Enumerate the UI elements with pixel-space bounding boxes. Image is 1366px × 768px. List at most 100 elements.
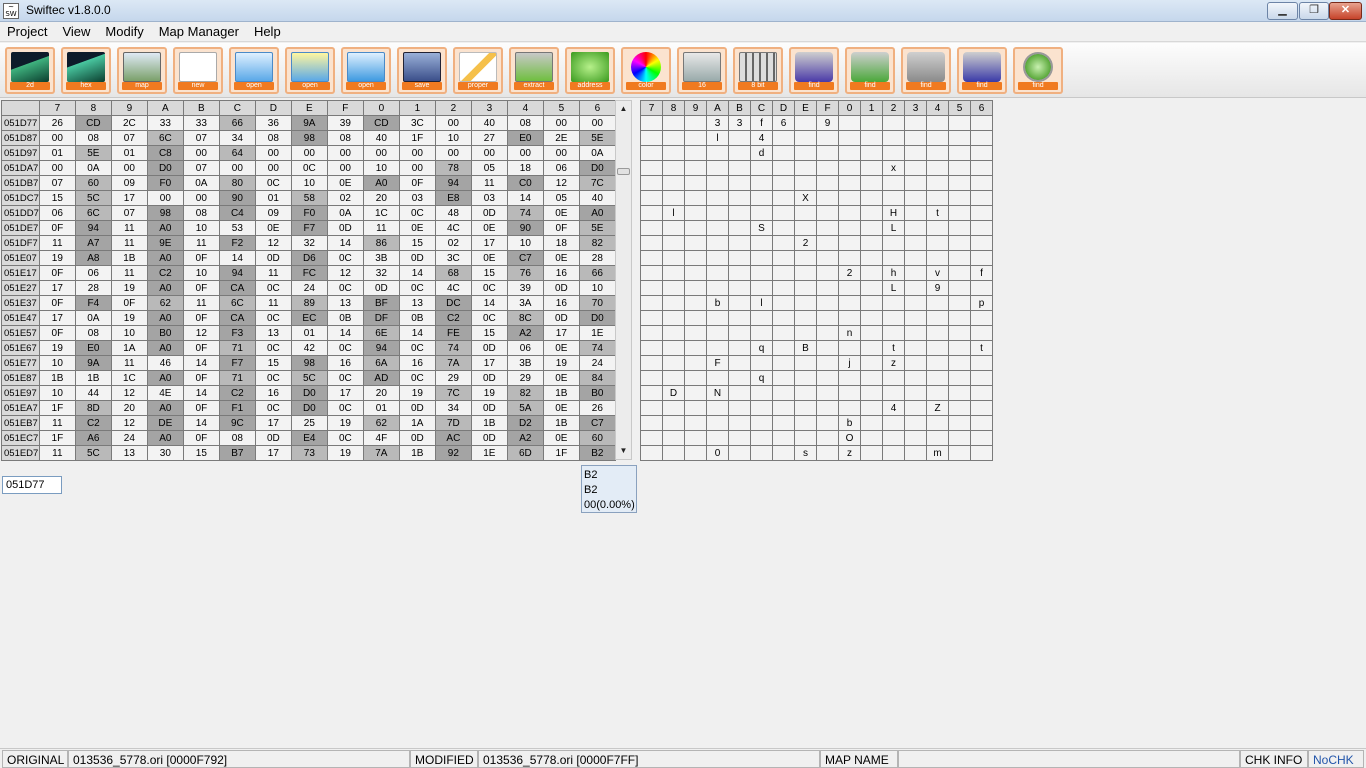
hex-cell[interactable]: 26 bbox=[38, 115, 76, 131]
ascii-cell[interactable] bbox=[662, 115, 685, 131]
hex-cell[interactable]: 0E bbox=[254, 220, 292, 236]
ascii-cell[interactable] bbox=[706, 415, 729, 431]
hex-cell[interactable]: 0D bbox=[362, 280, 400, 296]
ascii-cell[interactable] bbox=[816, 220, 839, 236]
hex-cell[interactable]: 11 bbox=[110, 265, 148, 281]
hex-cell[interactable]: 07 bbox=[110, 130, 148, 146]
ascii-cell[interactable] bbox=[970, 430, 993, 446]
hex-cell[interactable]: 00 bbox=[38, 160, 76, 176]
hex-cell[interactable]: 00 bbox=[290, 145, 328, 161]
ascii-cell[interactable] bbox=[684, 355, 707, 371]
ascii-cell[interactable] bbox=[904, 205, 927, 221]
hex-cell[interactable]: 19 bbox=[470, 385, 508, 401]
ascii-cell[interactable] bbox=[772, 400, 795, 416]
ascii-cell[interactable] bbox=[816, 205, 839, 221]
hex-cell[interactable]: 01 bbox=[38, 145, 76, 161]
ascii-cell[interactable] bbox=[970, 130, 993, 146]
hex-cell[interactable]: 10 bbox=[578, 280, 616, 296]
hex-cell[interactable]: 11 bbox=[38, 235, 76, 251]
address-input[interactable] bbox=[2, 476, 62, 494]
hex-cell[interactable]: 0D bbox=[326, 220, 364, 236]
ascii-cell[interactable] bbox=[728, 295, 751, 311]
ascii-cell[interactable]: 9 bbox=[816, 115, 839, 131]
toolbar-button-8-bit-13[interactable]: 8 bit bbox=[733, 47, 783, 94]
hex-cell[interactable]: 09 bbox=[110, 175, 148, 191]
hex-cell[interactable]: 0D bbox=[254, 250, 292, 266]
hex-cell[interactable]: 07 bbox=[182, 130, 220, 146]
ascii-cell[interactable] bbox=[728, 160, 751, 176]
ascii-cell[interactable] bbox=[860, 190, 883, 206]
ascii-cell[interactable] bbox=[684, 340, 707, 356]
hex-cell[interactable]: 0F bbox=[182, 370, 220, 386]
hex-cell[interactable]: 3B bbox=[362, 250, 400, 266]
hex-cell[interactable]: C2 bbox=[146, 265, 184, 281]
hex-cell[interactable]: 28 bbox=[578, 250, 616, 266]
ascii-cell[interactable] bbox=[882, 325, 905, 341]
hex-cell[interactable]: 06 bbox=[542, 160, 580, 176]
ascii-cell[interactable] bbox=[706, 325, 729, 341]
ascii-cell[interactable] bbox=[926, 145, 949, 161]
ascii-cell[interactable] bbox=[794, 325, 817, 341]
hex-cell[interactable]: 14 bbox=[182, 355, 220, 371]
toolbar-button-color-11[interactable]: color bbox=[621, 47, 671, 94]
ascii-cell[interactable] bbox=[728, 235, 751, 251]
hex-cell[interactable]: 0C bbox=[326, 430, 364, 446]
ascii-cell[interactable] bbox=[970, 190, 993, 206]
row-address[interactable]: 051D97 bbox=[1, 145, 40, 161]
ascii-cell[interactable] bbox=[772, 310, 795, 326]
ascii-cell[interactable] bbox=[904, 295, 927, 311]
ascii-cell[interactable] bbox=[904, 115, 927, 131]
ascii-cell[interactable] bbox=[772, 445, 795, 461]
hex-cell[interactable]: 00 bbox=[506, 145, 544, 161]
hex-cell[interactable]: 0F bbox=[182, 310, 220, 326]
hex-cell[interactable]: 17 bbox=[470, 235, 508, 251]
ascii-cell[interactable] bbox=[838, 250, 861, 266]
hex-cell[interactable]: 08 bbox=[74, 325, 112, 341]
ascii-cell[interactable] bbox=[684, 415, 707, 431]
hex-cell[interactable]: 0E bbox=[542, 340, 580, 356]
hex-cell[interactable]: 00 bbox=[326, 145, 364, 161]
ascii-cell[interactable] bbox=[882, 385, 905, 401]
ascii-cell[interactable] bbox=[794, 250, 817, 266]
toolbar-button-new-3[interactable]: new bbox=[173, 47, 223, 94]
hex-cell[interactable]: 0C bbox=[326, 250, 364, 266]
hex-cell[interactable]: 2C bbox=[110, 115, 148, 131]
hex-cell[interactable]: 98 bbox=[290, 130, 328, 146]
hex-cell[interactable]: 1E bbox=[578, 325, 616, 341]
hex-cell[interactable]: C0 bbox=[506, 175, 544, 191]
ascii-cell[interactable] bbox=[926, 160, 949, 176]
row-address[interactable]: 051DE7 bbox=[1, 220, 40, 236]
hex-cell[interactable]: 0E bbox=[542, 205, 580, 221]
hex-cell[interactable]: 0A bbox=[74, 310, 112, 326]
ascii-cell[interactable] bbox=[640, 415, 663, 431]
hex-cell[interactable]: 9A bbox=[290, 115, 328, 131]
ascii-cell[interactable] bbox=[948, 325, 971, 341]
ascii-cell[interactable]: p bbox=[970, 295, 993, 311]
hex-cell[interactable]: 0F bbox=[38, 295, 76, 311]
ascii-cell[interactable] bbox=[772, 325, 795, 341]
ascii-cell[interactable]: X bbox=[794, 190, 817, 206]
hex-cell[interactable]: 14 bbox=[182, 415, 220, 431]
hex-cell[interactable]: 0C bbox=[470, 280, 508, 296]
hex-cell[interactable]: 14 bbox=[470, 295, 508, 311]
ascii-cell[interactable] bbox=[684, 190, 707, 206]
hex-cell[interactable]: 6C bbox=[74, 205, 112, 221]
hex-cell[interactable]: 94 bbox=[362, 340, 400, 356]
ascii-cell[interactable] bbox=[860, 340, 883, 356]
hex-cell[interactable]: 0A bbox=[182, 175, 220, 191]
ascii-cell[interactable] bbox=[948, 310, 971, 326]
row-address[interactable]: 051EC7 bbox=[1, 430, 40, 446]
hex-cell[interactable]: 15 bbox=[182, 445, 220, 461]
ascii-cell[interactable] bbox=[662, 250, 685, 266]
ascii-cell[interactable] bbox=[926, 370, 949, 386]
hex-cell[interactable]: 12 bbox=[542, 175, 580, 191]
ascii-cell[interactable] bbox=[794, 175, 817, 191]
hex-cell[interactable]: 94 bbox=[434, 175, 472, 191]
hex-cell[interactable]: 1F bbox=[38, 400, 76, 416]
toolbar-button-find-18[interactable]: find bbox=[1013, 47, 1063, 94]
ascii-cell[interactable] bbox=[816, 445, 839, 461]
ascii-cell[interactable]: Z bbox=[926, 400, 949, 416]
ascii-cell[interactable] bbox=[970, 415, 993, 431]
ascii-cell[interactable] bbox=[706, 400, 729, 416]
toolbar-button-find-16[interactable]: find bbox=[901, 47, 951, 94]
